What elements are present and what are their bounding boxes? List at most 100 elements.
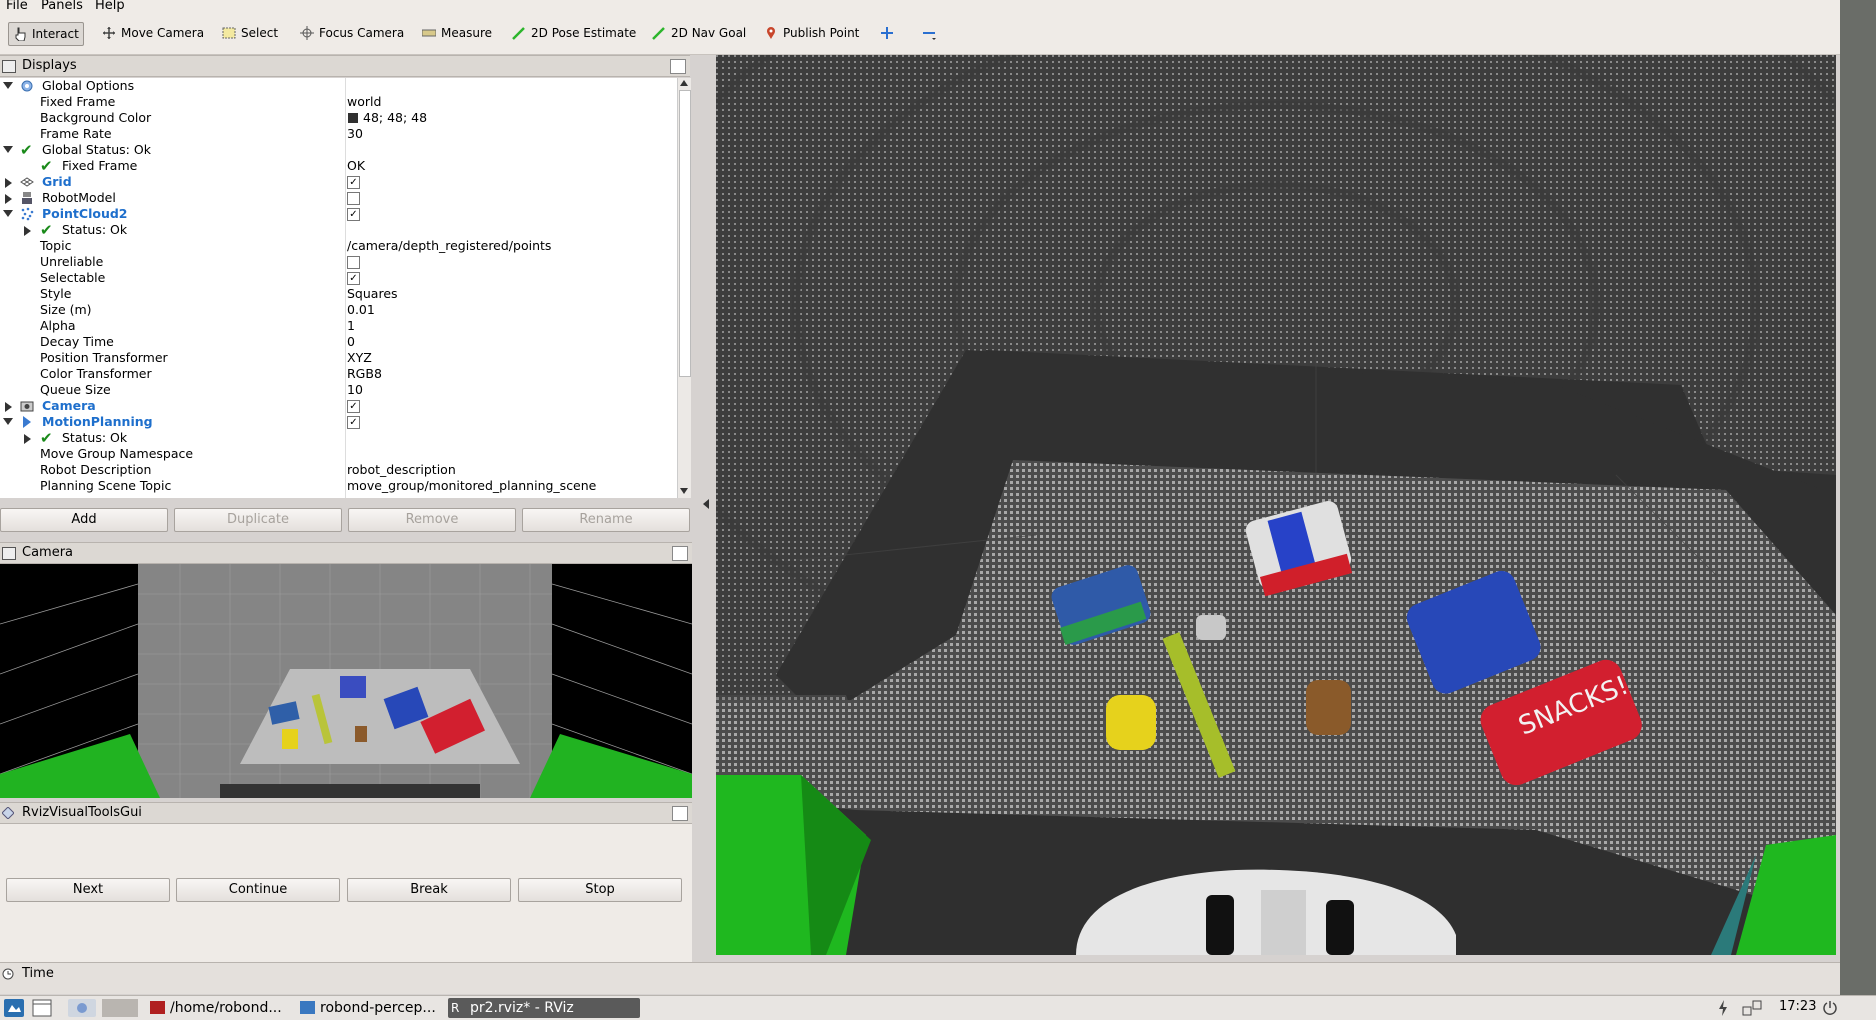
duplicate-display-button[interactable]: Duplicate	[174, 508, 342, 532]
tree-row-queue-size[interactable]: Queue Size 10	[0, 382, 676, 398]
motionplanning-enabled-checkbox[interactable]: ✓	[347, 416, 360, 429]
file-manager-icon[interactable]	[32, 999, 52, 1017]
taskbar-item-rviz[interactable]: R pr2.rviz* - RViz	[448, 998, 640, 1018]
start-menu-icon[interactable]	[4, 999, 24, 1017]
tree-row-decay-time[interactable]: Decay Time 0	[0, 334, 676, 350]
object-blue-white-box	[340, 676, 366, 698]
interact-tool-button[interactable]: Interact	[8, 22, 84, 46]
menu-panels[interactable]: Panels	[41, 0, 83, 13]
size-value[interactable]: 0.01	[347, 302, 375, 317]
taskbar-item-folder[interactable]: robond-percep...	[298, 998, 460, 1018]
select-tool-button[interactable]: Select	[218, 22, 282, 44]
tree-row-topic[interactable]: Topic /camera/depth_registered/points	[0, 238, 676, 254]
panel-float-button[interactable]	[672, 806, 688, 821]
tree-row-pointcloud-status[interactable]: ✔ Status: Ok	[0, 221, 676, 239]
scroll-down-icon[interactable]	[680, 488, 688, 494]
network-icon[interactable]	[1742, 1000, 1762, 1016]
scroll-up-icon[interactable]	[680, 80, 688, 86]
add-tool-button[interactable]	[876, 22, 898, 44]
tree-row-planning-scene-topic[interactable]: Planning Scene Topic move_group/monitore…	[0, 478, 676, 494]
publish-point-tool-button[interactable]: Publish Point	[760, 22, 863, 44]
expand-arrow-icon[interactable]	[5, 194, 12, 204]
remove-display-button[interactable]: Remove	[348, 508, 516, 532]
rename-display-button[interactable]: Rename	[522, 508, 690, 532]
robot-description-value[interactable]: robot_description	[347, 462, 456, 477]
grid-enabled-checkbox[interactable]: ✓	[347, 176, 360, 189]
taskbar-item-terminal[interactable]: /home/robond...	[148, 998, 308, 1018]
tree-row-alpha[interactable]: Alpha 1	[0, 318, 676, 334]
frame-rate-value[interactable]: 30	[347, 126, 363, 141]
style-value[interactable]: Squares	[347, 286, 398, 301]
3d-render-viewport[interactable]: SNACKS!	[716, 55, 1836, 955]
topic-value[interactable]: /camera/depth_registered/points	[347, 238, 551, 253]
desktop-pager[interactable]	[102, 999, 138, 1017]
menu-help[interactable]: Help	[95, 0, 125, 13]
expand-arrow-icon[interactable]	[5, 402, 12, 412]
position-transformer-value[interactable]: XYZ	[347, 350, 372, 365]
color-transformer-value[interactable]: RGB8	[347, 366, 382, 381]
alpha-value[interactable]: 1	[347, 318, 355, 333]
tree-row-move-group-namespace[interactable]: Move Group Namespace	[0, 446, 676, 462]
break-button[interactable]: Break	[347, 878, 511, 902]
remove-tool-button[interactable]	[918, 22, 940, 44]
tree-row-fixed-frame-status[interactable]: ✔ Fixed Frame OK	[0, 157, 676, 175]
collapse-arrow-icon[interactable]	[3, 210, 13, 217]
background-color-value[interactable]: 48; 48; 48	[363, 110, 427, 125]
power-icon[interactable]	[1822, 1000, 1838, 1016]
collapse-arrow-icon[interactable]	[3, 418, 13, 425]
tree-row-size[interactable]: Size (m) 0.01	[0, 302, 676, 318]
tree-row-motionplanning[interactable]: MotionPlanning ✓	[0, 414, 676, 430]
tree-row-style[interactable]: Style Squares	[0, 286, 676, 302]
tree-row-position-transformer[interactable]: Position Transformer XYZ	[0, 350, 676, 366]
tree-row-global-options[interactable]: Global Options	[0, 78, 676, 94]
robotmodel-enabled-checkbox[interactable]	[347, 192, 360, 205]
menu-file[interactable]: File	[6, 0, 28, 13]
panel-float-button[interactable]	[670, 59, 686, 74]
tree-row-robot-description[interactable]: Robot Description robot_description	[0, 462, 676, 478]
tree-row-global-status[interactable]: ✔ Global Status: Ok	[0, 141, 676, 159]
next-button[interactable]: Next	[6, 878, 170, 902]
expand-arrow-icon[interactable]	[24, 434, 31, 444]
tree-row-robotmodel[interactable]: RobotModel	[0, 190, 676, 206]
tree-row-selectable[interactable]: Selectable ✓	[0, 270, 676, 286]
scroll-thumb[interactable]	[679, 90, 691, 377]
nav-goal-tool-button[interactable]: 2D Nav Goal	[648, 22, 750, 44]
focus-camera-tool-button[interactable]: Focus Camera	[296, 22, 408, 44]
color-swatch[interactable]	[348, 113, 358, 123]
stop-button[interactable]: Stop	[518, 878, 682, 902]
tree-row-grid[interactable]: Grid ✓	[0, 174, 676, 190]
tree-row-motionplanning-status[interactable]: ✔ Status: Ok	[0, 429, 676, 447]
tree-row-frame-rate[interactable]: Frame Rate 30	[0, 126, 676, 142]
tree-row-unreliable[interactable]: Unreliable	[0, 254, 676, 270]
tree-row-camera[interactable]: Camera ✓	[0, 398, 676, 414]
collapse-arrow-icon[interactable]	[3, 82, 13, 89]
pointcloud2-enabled-checkbox[interactable]: ✓	[347, 208, 360, 221]
expand-arrow-icon[interactable]	[5, 178, 12, 188]
continue-button[interactable]: Continue	[176, 878, 340, 902]
fixed-frame-value[interactable]: world	[347, 94, 381, 109]
tree-row-background-color[interactable]: Background Color 48; 48; 48	[0, 110, 676, 126]
collapse-arrow-icon[interactable]	[3, 146, 13, 153]
unreliable-checkbox[interactable]	[347, 256, 360, 269]
browser-icon[interactable]	[68, 999, 96, 1017]
tree-row-pointcloud2[interactable]: PointCloud2 ✓	[0, 206, 676, 222]
measure-tool-button[interactable]: Measure	[418, 22, 496, 44]
clock-time[interactable]: 17:23	[1779, 999, 1816, 1014]
power-plug-icon[interactable]	[1716, 1000, 1730, 1016]
tree-row-fixed-frame[interactable]: Fixed Frame world	[0, 94, 676, 110]
decay-time-value[interactable]: 0	[347, 334, 355, 349]
expand-arrow-icon[interactable]	[24, 226, 31, 236]
displays-scrollbar[interactable]	[677, 78, 691, 498]
camera-image-view[interactable]	[0, 564, 692, 798]
displays-tree[interactable]: Global Options Fixed Frame world Backgro…	[0, 78, 690, 498]
add-display-button[interactable]: Add	[0, 508, 168, 532]
move-camera-tool-button[interactable]: Move Camera	[98, 22, 208, 44]
camera-enabled-checkbox[interactable]: ✓	[347, 400, 360, 413]
collapse-panel-arrow-icon[interactable]	[703, 499, 709, 509]
tree-row-color-transformer[interactable]: Color Transformer RGB8	[0, 366, 676, 382]
selectable-checkbox[interactable]: ✓	[347, 272, 360, 285]
queue-size-value[interactable]: 10	[347, 382, 363, 397]
panel-float-button[interactable]	[672, 546, 688, 561]
planning-scene-topic-value[interactable]: move_group/monitored_planning_scene	[347, 478, 596, 493]
pose-estimate-tool-button[interactable]: 2D Pose Estimate	[508, 22, 640, 44]
